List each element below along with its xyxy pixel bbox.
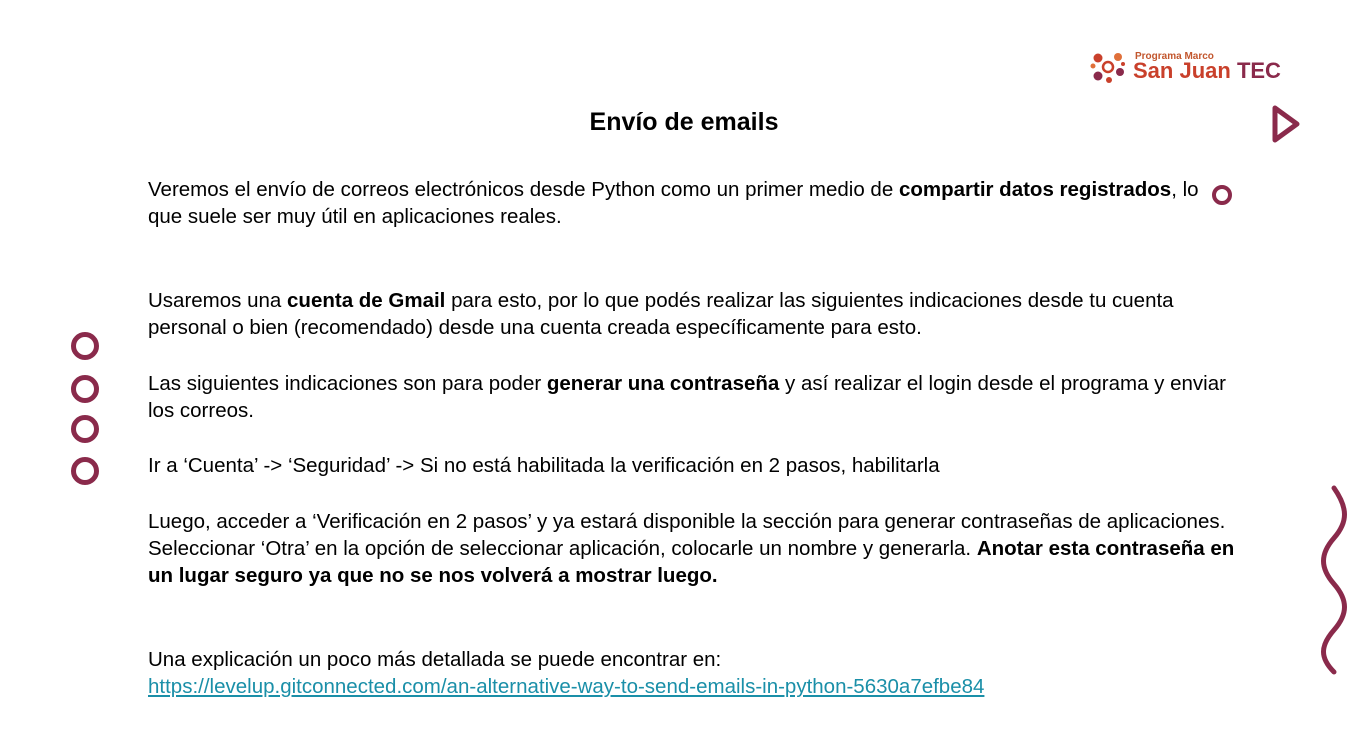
paragraph-intro-bold: compartir datos registrados bbox=[898, 178, 1172, 201]
paragraph-intro: Veremos el envío de correos electrónicos… bbox=[148, 176, 1238, 230]
paragraph-password: Las siguientes indicaciones son para pod… bbox=[148, 370, 1238, 424]
paragraph-intro-text: Veremos el envío de correos electrónicos… bbox=[148, 178, 899, 201]
slide: Programa Marco San Juan TEC Envío de ema… bbox=[0, 0, 1368, 749]
paragraph-password-text: Las siguientes indicaciones son para pod… bbox=[148, 372, 547, 395]
reference-link[interactable]: https://levelup.gitconnected.com/an-alte… bbox=[148, 675, 984, 698]
logo-brand-suffix: TEC bbox=[1236, 58, 1281, 83]
reference-intro: Una explicación un poco más detallada se… bbox=[148, 648, 722, 671]
paragraph-password-bold: generar una contraseña bbox=[546, 372, 780, 395]
paragraph-gmail: Usaremos una cuenta de Gmail para esto, … bbox=[148, 287, 1238, 341]
wavy-line-icon bbox=[1321, 485, 1347, 675]
flower-logo-icon bbox=[1090, 53, 1125, 83]
brand-logo: Programa Marco San Juan TEC bbox=[1090, 48, 1290, 88]
paragraph-reference: Una explicación un poco más detallada se… bbox=[148, 646, 1238, 700]
logo-brand-main: San Juan bbox=[1133, 58, 1231, 83]
paragraph-gmail-text: Usaremos una bbox=[148, 289, 288, 312]
paragraph-gmail-bold: cuenta de Gmail bbox=[287, 289, 446, 312]
paragraph-steps: Ir a ‘Cuenta’ -> ‘Seguridad’ -> Si no es… bbox=[148, 454, 940, 477]
circle-column-icon bbox=[71, 332, 99, 485]
logo-brand-text: San Juan TEC bbox=[1133, 59, 1281, 83]
page-title: Envío de emails bbox=[589, 108, 779, 136]
paragraph-verification: Luego, acceder a ‘Verificación en 2 paso… bbox=[148, 508, 1238, 589]
